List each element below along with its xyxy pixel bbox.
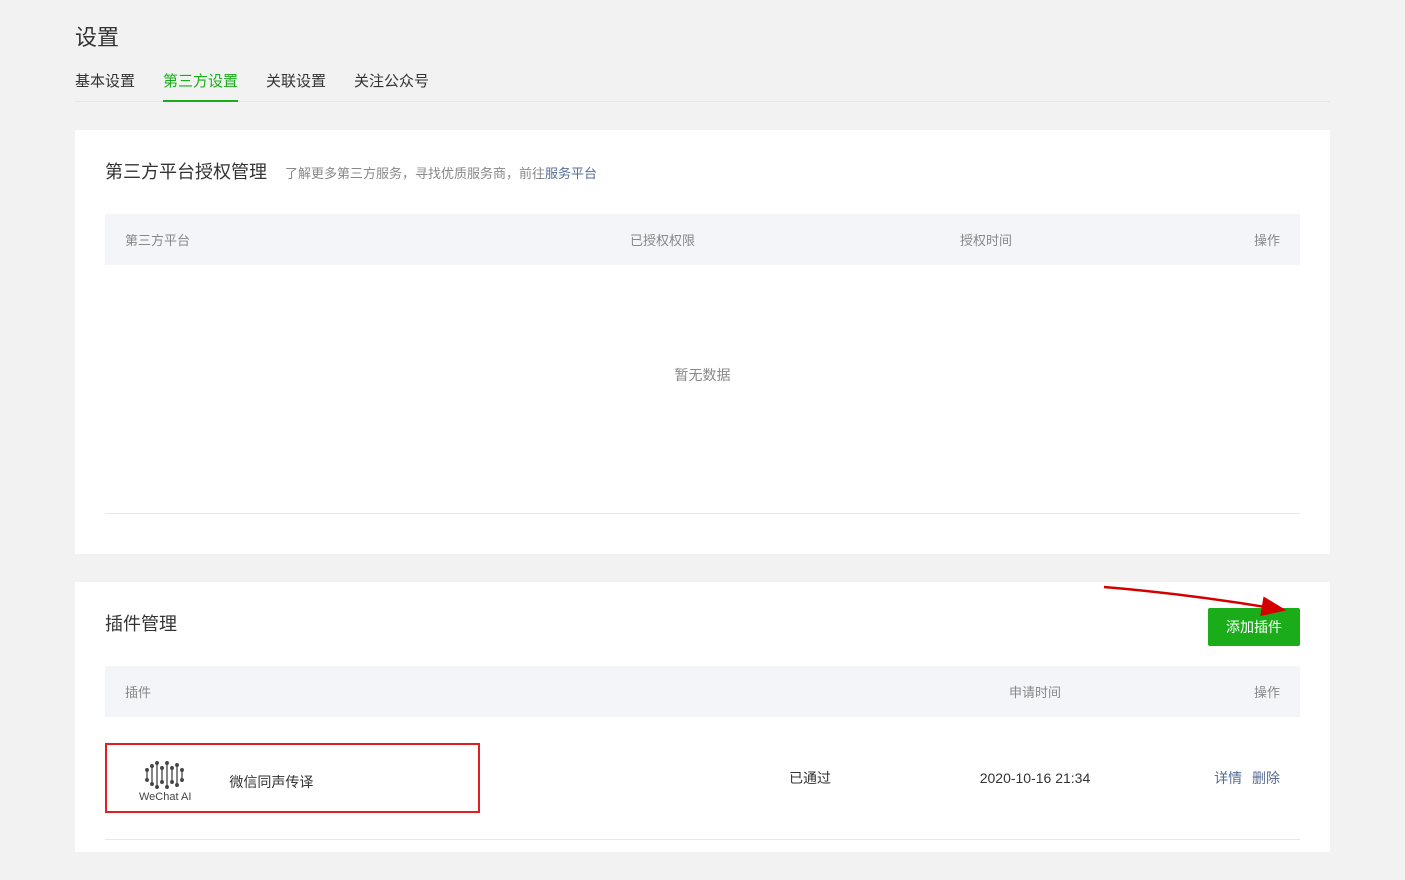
plugin-col-status-hdr <box>710 682 910 701</box>
plugin-table-header: 插件 申请时间 操作 <box>105 666 1300 717</box>
auth-col-action: 操作 <box>1220 230 1280 249</box>
tabs-bar: 基本设置 第三方设置 关联设置 关注公众号 <box>75 70 1330 102</box>
plugin-section-header: 插件管理 添加插件 <box>105 610 1300 636</box>
auth-col-permission: 已授权权限 <box>630 230 960 249</box>
plugin-actions: 详情 删除 <box>1160 768 1280 788</box>
auth-empty-state: 暂无数据 <box>105 265 1300 505</box>
plugin-card: 插件管理 添加插件 插件 申请时间 操作 <box>75 582 1330 852</box>
plugin-col-time: 申请时间 <box>910 682 1160 701</box>
auth-section-header: 第三方平台授权管理 了解更多第三方服务，寻找优质服务商，前往服务平台 <box>105 158 1300 184</box>
tab-third-party-settings[interactable]: 第三方设置 <box>163 70 238 101</box>
divider <box>105 513 1300 514</box>
wechat-ai-label: WeChat AI <box>139 791 191 803</box>
plugin-time: 2020-10-16 21:34 <box>910 770 1160 786</box>
auth-col-time: 授权时间 <box>960 230 1220 249</box>
auth-col-platform: 第三方平台 <box>125 230 630 249</box>
tab-related-settings[interactable]: 关联设置 <box>266 70 326 101</box>
audio-wave-icon <box>144 761 186 789</box>
detail-link[interactable]: 详情 <box>1214 770 1242 786</box>
table-row: WeChat AI 微信同声传译 已通过 2020-10-16 21:34 详情… <box>105 717 1300 840</box>
auth-desc-text: 了解更多第三方服务，寻找优质服务商，前往 <box>285 166 545 181</box>
service-platform-link[interactable]: 服务平台 <box>545 166 597 181</box>
add-plugin-button[interactable]: 添加插件 <box>1208 608 1300 646</box>
auth-section-title: 第三方平台授权管理 <box>105 158 267 184</box>
plugin-status: 已通过 <box>710 768 910 788</box>
tab-follow-account[interactable]: 关注公众号 <box>354 70 429 101</box>
highlighted-plugin-cell: WeChat AI 微信同声传译 <box>105 743 480 813</box>
page-title: 设置 <box>75 20 1330 52</box>
delete-link[interactable]: 删除 <box>1252 770 1280 786</box>
auth-section-desc: 了解更多第三方服务，寻找优质服务商，前往服务平台 <box>285 163 597 182</box>
auth-table-header: 第三方平台 已授权权限 授权时间 操作 <box>105 214 1300 265</box>
plugin-col-action: 操作 <box>1160 682 1280 701</box>
auth-card: 第三方平台授权管理 了解更多第三方服务，寻找优质服务商，前往服务平台 第三方平台… <box>75 130 1330 554</box>
plugin-col-name: 插件 <box>125 682 710 701</box>
tab-basic-settings[interactable]: 基本设置 <box>75 70 135 101</box>
wechat-ai-logo: WeChat AI <box>139 761 191 803</box>
plugin-section-title: 插件管理 <box>105 610 177 636</box>
plugin-name: 微信同声传译 <box>229 772 313 792</box>
